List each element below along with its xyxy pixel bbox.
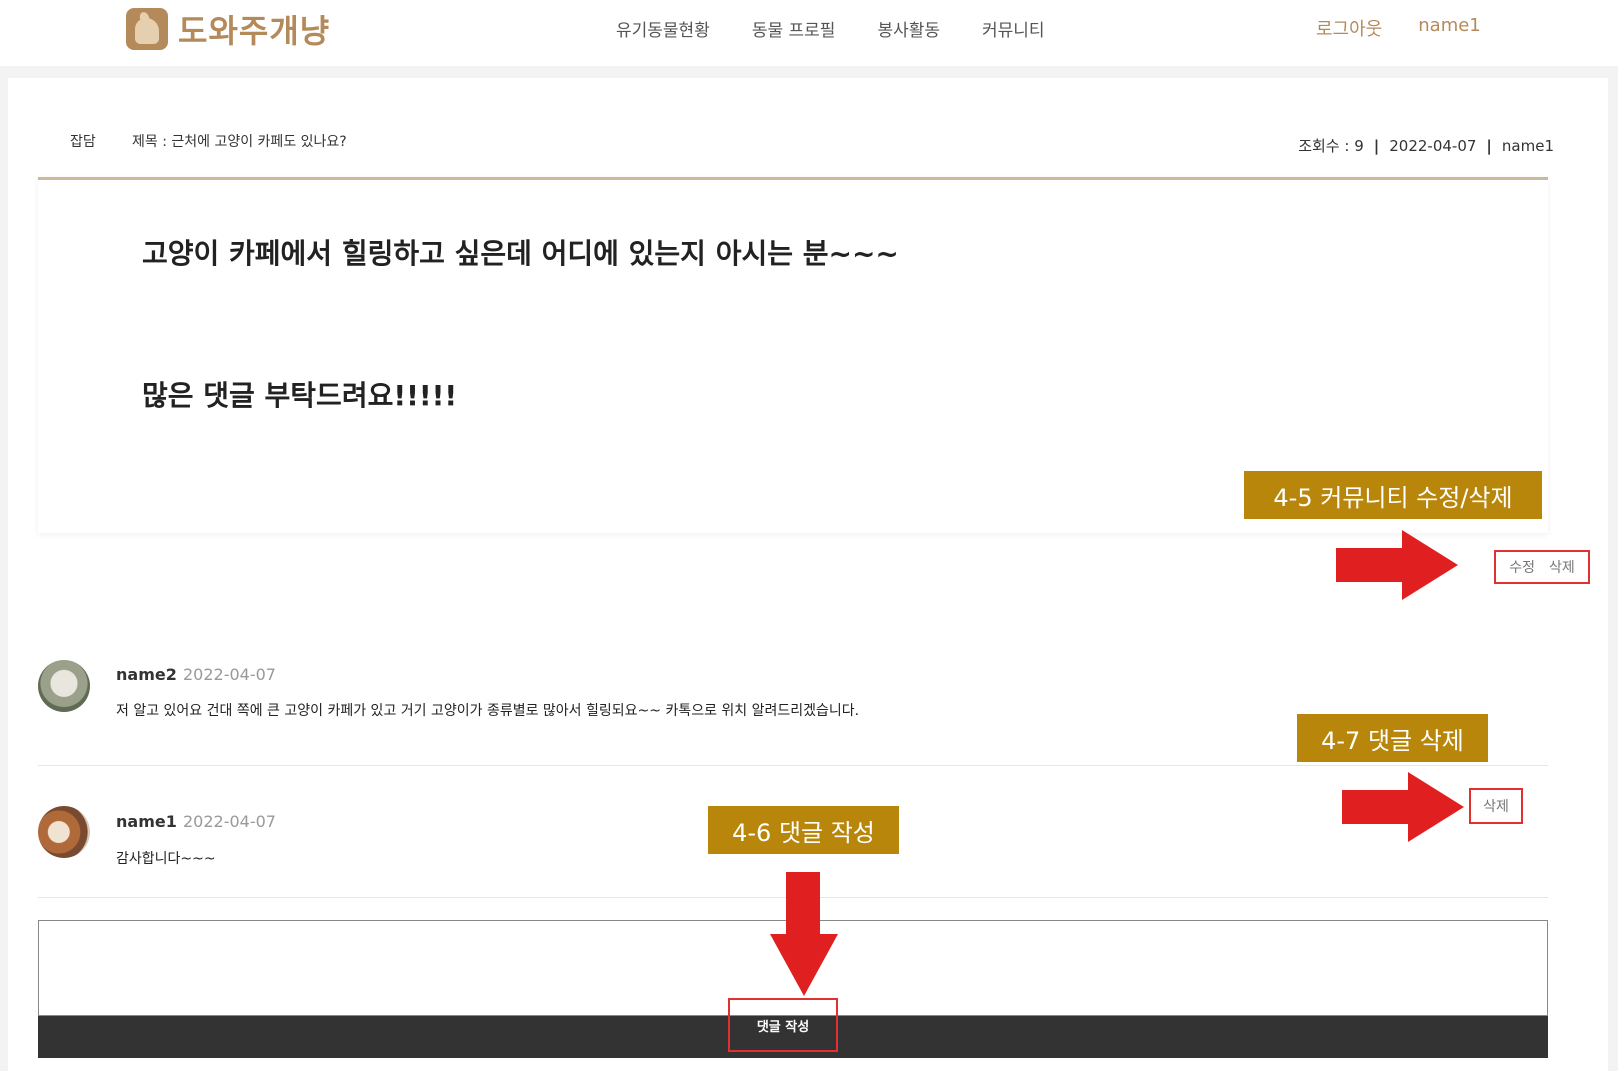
post-views: 조회수 : 9 (1298, 137, 1364, 155)
pet-logo-icon (126, 8, 168, 50)
site-header: 도와주개냥 유기동물현황 동물 프로필 봉사활동 커뮤니티 로그아웃 name1 (0, 0, 1618, 66)
site-logo[interactable]: 도와주개냥 (126, 6, 330, 52)
post-meta-row: 잡담 제목 : 근처에 고양이 카페도 있나요? 조회수 : 9 | 2022-04… (70, 131, 1554, 161)
annotation-label-post-edit-delete: 4-5 커뮤니티 수정/삭제 (1244, 471, 1542, 519)
avatar (38, 660, 90, 712)
post-title: 제목 : 근처에 고양이 카페도 있나요? (132, 134, 347, 150)
arrow-right-icon (1342, 772, 1464, 842)
logo-text: 도와주개냥 (178, 12, 331, 50)
nav-item-abandoned-status[interactable]: 유기동물현황 (616, 16, 710, 41)
avatar (38, 806, 90, 858)
post-author: name1 (1501, 137, 1554, 155)
edit-post-button[interactable]: 수정 (1509, 557, 1535, 577)
comment-author: name1 (116, 812, 177, 831)
arrow-right-icon (1336, 530, 1458, 600)
meta-separator: | (1373, 137, 1380, 155)
comment-author: name2 (116, 665, 177, 684)
post-content-line: 많은 댓글 부탁드려요!!!!! (142, 379, 458, 412)
delete-comment-button[interactable]: 삭제 (1469, 788, 1523, 824)
logout-link[interactable]: 로그아웃 (1316, 15, 1382, 41)
comment-submit-button[interactable]: 댓글 작성 (728, 998, 838, 1052)
meta-separator: | (1486, 137, 1492, 155)
post-content-line: 고양이 카페에서 힐링하고 싶은데 어디에 있는지 아시는 분~~~ (142, 237, 899, 270)
post-actions: 수정 삭제 (1494, 550, 1590, 584)
comment-date: 2022-04-07 (183, 665, 276, 684)
comment-text: 감사합니다~~~ (116, 851, 216, 867)
main-nav: 유기동물현황 동물 프로필 봉사활동 커뮤니티 (616, 16, 1087, 41)
username-link[interactable]: name1 (1418, 15, 1481, 41)
nav-item-volunteer[interactable]: 봉사활동 (877, 16, 940, 41)
comment-text: 저 알고 있어요 건대 쪽에 큰 고양이 카페가 있고 거기 고양이가 종류별로… (116, 703, 860, 719)
auth-links: 로그아웃 name1 (1316, 15, 1481, 41)
comment-date: 2022-04-07 (183, 812, 276, 831)
nav-item-animal-profile[interactable]: 동물 프로필 (752, 16, 836, 41)
arrow-down-icon (770, 872, 838, 996)
post-date: 2022-04-07 (1389, 137, 1477, 155)
post-category: 잡담 (70, 134, 96, 150)
nav-item-community[interactable]: 커뮤니티 (982, 16, 1045, 41)
annotation-label-delete-comment: 4-7 댓글 삭제 (1297, 714, 1488, 762)
delete-post-button[interactable]: 삭제 (1549, 557, 1575, 577)
annotation-label-write-comment: 4-6 댓글 작성 (708, 806, 899, 854)
post-meta: 조회수 : 9 | 2022-04-07 | name1 (1298, 135, 1554, 156)
